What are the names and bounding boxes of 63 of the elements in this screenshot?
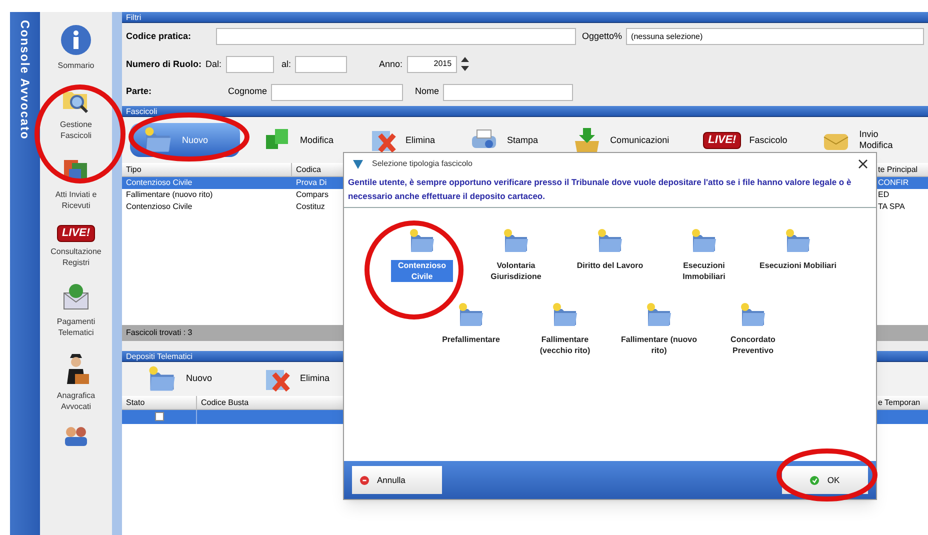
field-label: Nome xyxy=(415,85,440,98)
column-header[interactable]: te Principal xyxy=(878,163,928,176)
toolbar-button[interactable]: Elimina xyxy=(262,364,330,394)
field-label: Cognome xyxy=(228,85,268,98)
field-label: Oggetto% xyxy=(582,30,622,44)
text-field[interactable] xyxy=(216,28,576,46)
table-cell-text: CONFIR xyxy=(878,177,910,189)
type-option[interactable]: Volontaria Giurisdizione xyxy=(473,226,559,282)
table-cell-text: Costituz xyxy=(295,201,326,213)
field-label: Anno: xyxy=(379,58,403,71)
field-label: Parte: xyxy=(126,85,153,98)
cancel-icon xyxy=(360,476,369,484)
table-cell-text: TA SPA xyxy=(878,201,906,213)
table-cell-text: Compars xyxy=(295,189,330,201)
field-label: al: xyxy=(282,58,292,71)
column-header[interactable]: Codica xyxy=(292,163,342,176)
type-option[interactable]: Diritto del Lavoro xyxy=(567,226,653,282)
spinner-arrows-icon[interactable] xyxy=(460,57,469,72)
info-icon xyxy=(60,24,92,56)
table-cell-text: Fallimentare (nuovo rito) xyxy=(125,189,214,201)
field-label: Numero di Ruolo: xyxy=(126,58,202,71)
section-header: Fascicoli xyxy=(122,106,928,117)
year-spinner[interactable]: 2015 xyxy=(406,56,457,73)
cancel-button[interactable]: Annulla xyxy=(352,466,442,494)
toolbar-button[interactable]: Nuovo xyxy=(146,362,212,394)
section-header: Filtri xyxy=(122,12,928,23)
live-badge: LIVE! xyxy=(56,225,96,242)
text-field[interactable] xyxy=(271,84,404,101)
app-title: Console Avvocato xyxy=(17,20,33,142)
column-header[interactable]: Stato xyxy=(122,396,197,408)
close-icon[interactable] xyxy=(858,159,868,169)
live-badge: LIVE! xyxy=(703,132,742,148)
text-field[interactable] xyxy=(443,84,574,101)
table-cell-text: Prova Di xyxy=(295,177,328,189)
sidebar-item[interactable]: Atti Inviati e Ricevuti xyxy=(41,155,111,211)
ok-button[interactable]: OK xyxy=(782,466,868,494)
dialog-title: Selezione tipologia fascicolo xyxy=(372,158,473,170)
text-field[interactable] xyxy=(226,56,274,73)
checkbox[interactable] xyxy=(154,412,164,421)
toolbar-button[interactable]: Modifica xyxy=(250,123,346,157)
field-label: Codice pratica: xyxy=(126,30,192,44)
users-icon xyxy=(63,426,89,446)
sidebar-item[interactable]: LIVE! Consultazione Registri xyxy=(41,225,111,268)
column-header[interactable]: e Temporan xyxy=(878,396,928,408)
type-option[interactable]: Esecuzioni Immobiliari xyxy=(661,226,747,282)
type-option[interactable]: Esecuzioni Mobiliari xyxy=(755,226,841,282)
sidebar-item[interactable]: Anagrafica Avvocati xyxy=(41,352,111,412)
sidebar-item[interactable]: Pagamenti Telematici xyxy=(41,282,111,338)
ok-icon xyxy=(810,476,820,484)
column-header[interactable]: Codice Busta xyxy=(197,396,297,408)
table-cell-text: Contenzioso Civile xyxy=(125,201,194,213)
text-field[interactable] xyxy=(295,56,348,73)
sidebar-item[interactable]: Sommario xyxy=(41,24,111,71)
dialog-message: Gentile utente, è sempre opportuno verificare presso il Tribunale dove vuole depositare l'atto se i file hanno valore legale o è necessario anche effettuare il deposito cartaceo. xyxy=(344,175,876,208)
table-cell-text: Contenzioso Civile xyxy=(125,177,194,189)
toolbar-button[interactable]: Comunicazioni xyxy=(560,123,682,157)
column-header[interactable]: Tipo xyxy=(122,163,292,176)
toolbar-button[interactable]: Invio Modifica xyxy=(809,123,912,157)
envelope-icon xyxy=(61,282,91,312)
field-label: Dal: xyxy=(206,58,222,71)
scrollbar[interactable] xyxy=(112,12,122,535)
select-field[interactable]: (nessuna selezione) xyxy=(626,28,924,46)
table-cell-text: ED xyxy=(878,189,890,201)
